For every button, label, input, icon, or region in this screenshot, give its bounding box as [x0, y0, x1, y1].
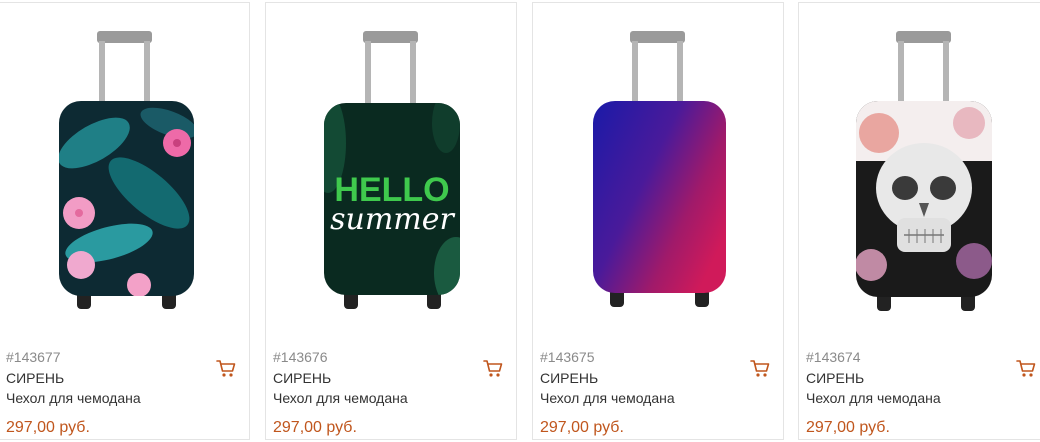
product-image[interactable]: HELLO summer	[266, 3, 516, 333]
product-brand[interactable]: СИРЕНЬ	[273, 370, 331, 386]
product-name[interactable]: Чехол для чемодана	[806, 390, 941, 406]
product-sku: #143674	[806, 349, 861, 365]
product-price: 297,00 руб.	[6, 419, 90, 436]
product-card[interactable]: #143675 СИРЕНЬ Чехол для чемодана 297,00…	[532, 2, 784, 440]
cart-icon[interactable]	[749, 357, 771, 379]
product-sku: #143675	[540, 349, 595, 365]
product-price: 297,00 руб.	[540, 419, 624, 436]
cart-icon[interactable]	[482, 357, 504, 379]
product-card[interactable]: #143674 СИРЕНЬ Чехол для чемодана 297,00…	[798, 2, 1040, 440]
cart-icon[interactable]	[1015, 357, 1037, 379]
product-sku: #143676	[273, 349, 328, 365]
product-card[interactable]: #143677 СИРЕНЬ Чехол для чемодана 297,00…	[0, 2, 250, 440]
product-grid: #143677 СИРЕНЬ Чехол для чемодана 297,00…	[0, 0, 1040, 442]
product-image[interactable]	[533, 3, 783, 333]
product-image[interactable]	[799, 3, 1040, 333]
product-image[interactable]	[0, 3, 249, 333]
product-brand[interactable]: СИРЕНЬ	[806, 370, 864, 386]
summer-text: summer	[330, 202, 455, 237]
product-brand[interactable]: СИРЕНЬ	[540, 370, 598, 386]
product-price: 297,00 руб.	[806, 419, 890, 436]
product-name[interactable]: Чехол для чемодана	[540, 390, 675, 406]
product-brand[interactable]: СИРЕНЬ	[6, 370, 64, 386]
cart-icon[interactable]	[215, 357, 237, 379]
product-card[interactable]: HELLO summer #143676 СИРЕНЬ Чехол для че…	[265, 2, 517, 440]
product-sku: #143677	[6, 349, 61, 365]
product-name[interactable]: Чехол для чемодана	[273, 390, 408, 406]
product-price: 297,00 руб.	[273, 419, 357, 436]
product-name[interactable]: Чехол для чемодана	[6, 390, 141, 406]
